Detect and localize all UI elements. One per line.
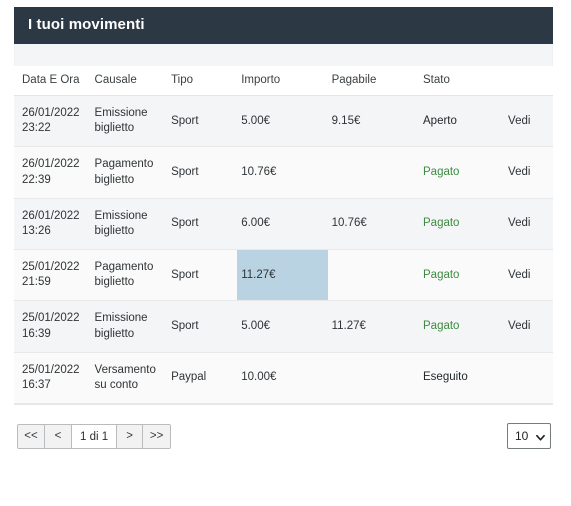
cell-amount: 10.76€ xyxy=(237,146,328,199)
view-link[interactable]: Vedi xyxy=(508,320,530,332)
table-header-row: Data E Ora Causale Tipo Importo Pagabile… xyxy=(14,66,553,96)
cell-payable xyxy=(327,352,419,405)
view-link[interactable]: Vedi xyxy=(508,269,530,281)
cell-type: Sport xyxy=(167,146,238,199)
pagination-last-button[interactable]: >> xyxy=(143,425,171,449)
column-header-date[interactable]: Data E Ora xyxy=(14,66,91,96)
status-badge: Pagato xyxy=(423,268,460,281)
table-row[interactable]: 26/01/2022 23:22 Emissione biglietto Sport… xyxy=(14,95,553,148)
cell-state: Aperto xyxy=(419,95,505,148)
cell-amount: 5.00€ xyxy=(237,300,328,353)
cell-type: Sport xyxy=(167,300,238,353)
page-size-select[interactable]: 10 xyxy=(507,423,551,450)
movements-panel: I tuoi movimenti Data E Ora Causale Tipo… xyxy=(14,7,553,467)
cell-type: Sport xyxy=(167,95,238,148)
cell-type: Paypal xyxy=(167,352,238,405)
cell-date: 26/01/2022 23:22 xyxy=(14,95,91,148)
cell-action[interactable]: Vedi xyxy=(504,249,553,302)
view-link[interactable]: Vedi xyxy=(508,115,530,127)
column-header-payable[interactable]: Pagabile xyxy=(327,66,419,96)
cell-action[interactable]: Vedi xyxy=(504,300,553,353)
cell-payable xyxy=(327,249,419,302)
cell-amount: 10.00€ xyxy=(237,352,328,405)
cell-date: 25/01/2022 16:37 xyxy=(14,352,91,405)
view-link[interactable]: Vedi xyxy=(508,217,530,229)
column-header-action xyxy=(504,66,553,96)
cell-state: Pagato xyxy=(419,198,505,251)
movements-table-wrapper: Data E Ora Causale Tipo Importo Pagabile… xyxy=(14,66,553,405)
cell-date: 25/01/2022 21:59 xyxy=(14,249,91,302)
table-row[interactable]: 26/01/2022 13:26 Emissione biglietto Sport… xyxy=(14,198,553,251)
cell-state: Pagato xyxy=(419,146,505,199)
pagination-first-button[interactable]: << xyxy=(18,425,45,449)
column-header-cause[interactable]: Causale xyxy=(90,66,168,96)
cell-action xyxy=(504,352,553,405)
cell-type: Sport xyxy=(167,249,238,302)
cell-date: 26/01/2022 13:26 xyxy=(14,198,91,251)
status-badge: Aperto xyxy=(423,114,457,127)
column-header-state[interactable]: Stato xyxy=(419,66,505,96)
cell-amount: 11.27€ xyxy=(237,249,328,302)
cell-cause: Emissione biglietto xyxy=(90,300,168,353)
view-link[interactable]: Vedi xyxy=(508,166,530,178)
cell-state: Pagato xyxy=(419,300,505,353)
chevron-down-icon xyxy=(536,431,545,441)
cell-payable: 11.27€ xyxy=(327,300,419,353)
cell-cause: Pagamento biglietto xyxy=(90,249,168,302)
cell-amount: 5.00€ xyxy=(237,95,328,148)
toolbar-strip xyxy=(14,44,553,66)
panel-footer: << < 1 di 1 > >> 10 xyxy=(14,404,553,467)
page-size-value: 10 xyxy=(515,429,529,444)
cell-amount: 6.00€ xyxy=(237,198,328,251)
pagination-next-button[interactable]: > xyxy=(116,425,144,449)
cell-cause: Versamento su conto xyxy=(90,352,168,405)
cell-cause: Pagamento biglietto xyxy=(90,146,168,199)
cell-payable: 9.15€ xyxy=(327,95,419,148)
cell-state: Pagato xyxy=(419,249,505,302)
page-title: I tuoi movimenti xyxy=(28,15,145,33)
cell-type: Sport xyxy=(167,198,238,251)
cell-action[interactable]: Vedi xyxy=(504,146,553,199)
cell-date: 25/01/2022 16:39 xyxy=(14,300,91,353)
column-header-amount[interactable]: Importo xyxy=(237,66,328,96)
table-row[interactable]: 25/01/2022 16:37 Versamento su conto Paypa… xyxy=(14,352,553,405)
cell-date: 26/01/2022 22:39 xyxy=(14,146,91,199)
status-badge: Eseguito xyxy=(423,371,468,384)
status-badge: Pagato xyxy=(423,319,460,332)
cell-payable: 10.76€ xyxy=(327,198,419,251)
table-row[interactable]: 25/01/2022 16:39 Emissione biglietto Sport… xyxy=(14,300,553,353)
cell-action[interactable]: Vedi xyxy=(504,198,553,251)
pagination-control: << < 1 di 1 > >> xyxy=(17,424,172,450)
status-badge: Pagato xyxy=(423,165,460,178)
table-header: Data E Ora Causale Tipo Importo Pagabile… xyxy=(14,66,553,96)
pagination-prev-button[interactable]: < xyxy=(45,425,72,449)
status-badge: Pagato xyxy=(423,217,460,230)
pagination-page-label: 1 di 1 xyxy=(72,425,117,449)
table-row[interactable]: 25/01/2022 21:59 Pagamento biglietto Sport… xyxy=(14,249,553,302)
cell-cause: Emissione biglietto xyxy=(90,198,168,251)
cell-payable xyxy=(327,146,419,199)
page-root: I tuoi movimenti Data E Ora Causale Tipo… xyxy=(0,0,571,506)
cell-action[interactable]: Vedi xyxy=(504,95,553,148)
panel-header: I tuoi movimenti xyxy=(14,7,553,44)
cell-cause: Emissione biglietto xyxy=(90,95,168,148)
table-row[interactable]: 26/01/2022 22:39 Pagamento biglietto Sport… xyxy=(14,146,553,199)
column-header-type[interactable]: Tipo xyxy=(167,66,238,96)
movements-table: Data E Ora Causale Tipo Importo Pagabile… xyxy=(14,66,553,405)
table-body: 26/01/2022 23:22 Emissione biglietto Sport… xyxy=(14,95,553,405)
cell-state: Eseguito xyxy=(419,352,505,405)
